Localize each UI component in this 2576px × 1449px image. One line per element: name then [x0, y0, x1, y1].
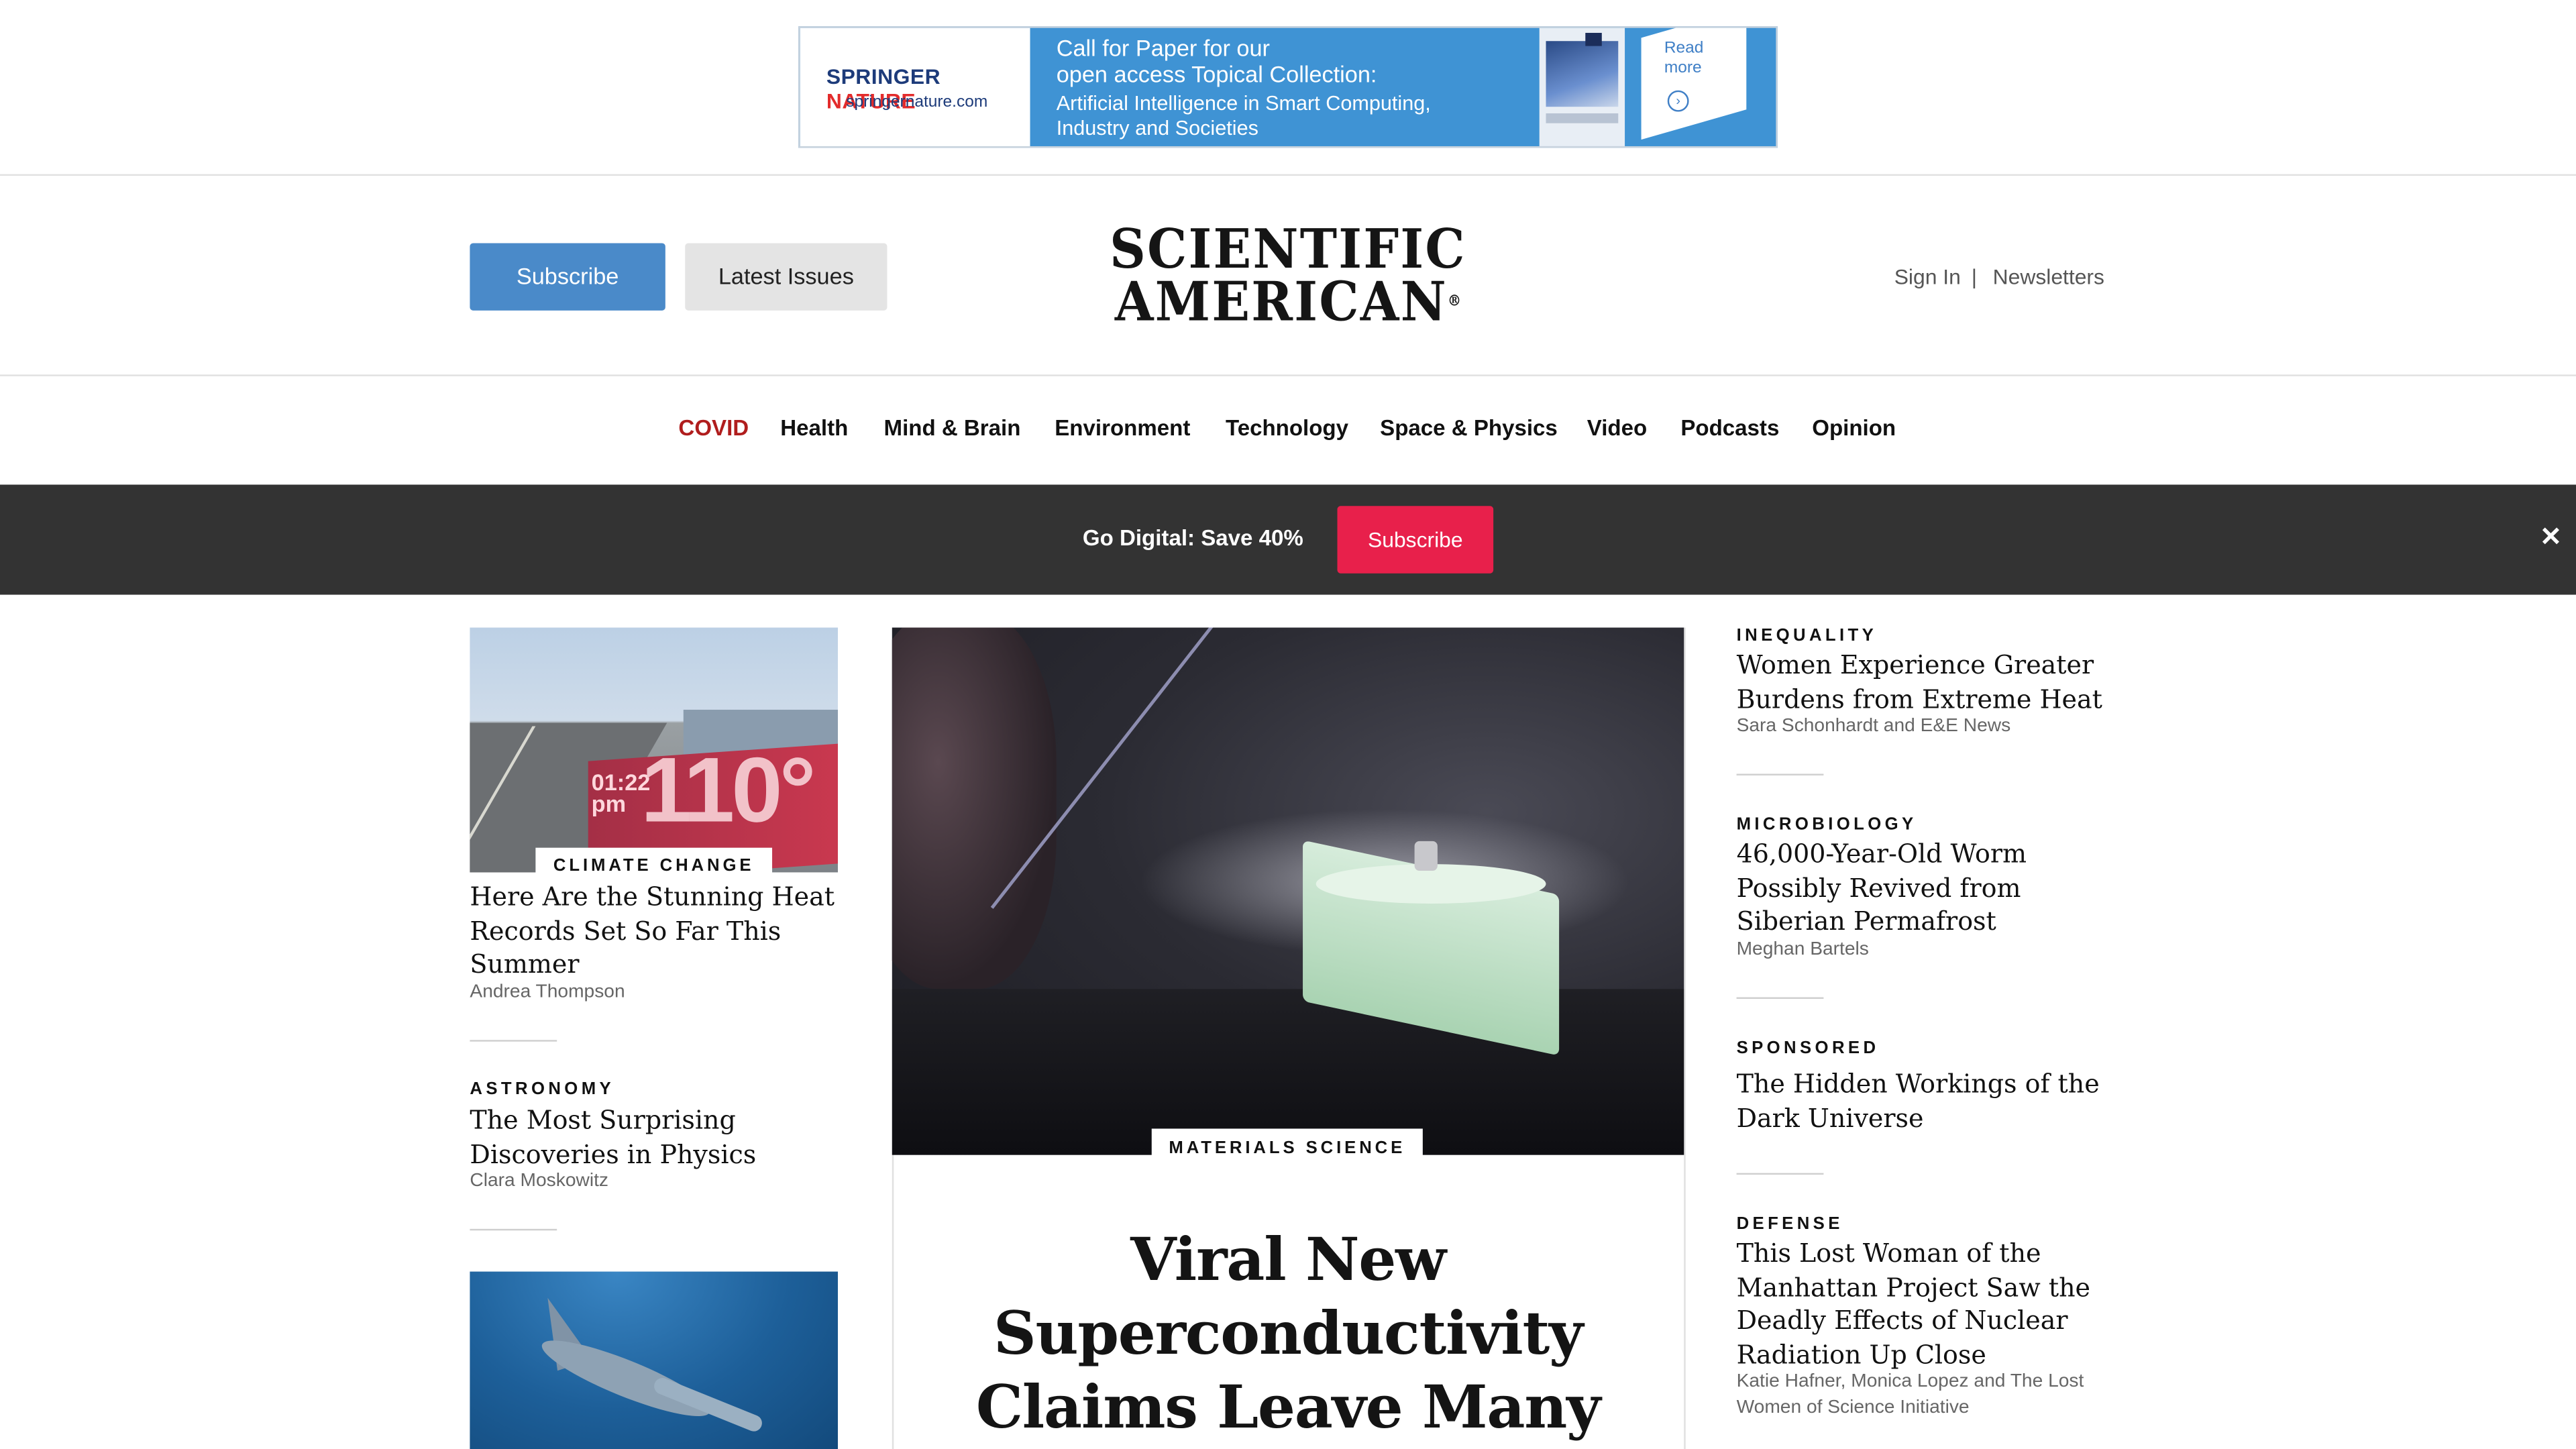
article-title[interactable]: Here Are the Stunning Heat Records Set S… — [470, 881, 838, 982]
site-header: Subscribe Latest Issues SCIENTIFIC AMERI… — [0, 176, 2576, 376]
subscribe-button[interactable]: Subscribe — [470, 243, 665, 311]
ad-band: SPRINGER NATURE springernature.com Call … — [0, 0, 2576, 176]
article-tag-microbiology[interactable]: MICROBIOLOGY — [1737, 815, 1917, 835]
divider — [1736, 773, 1824, 775]
article-byline[interactable]: Katie Hafner, Monica Lopez and The Lost … — [1737, 1368, 2108, 1421]
article-title[interactable]: Women Experience Greater Burdens from Ex… — [1737, 649, 2108, 716]
nav-item-environment[interactable]: Environment — [1055, 416, 1190, 441]
journal-cover-image — [1539, 28, 1625, 146]
divider — [470, 1228, 557, 1231]
digital-promo-bar: Go Digital: Save 40% Subscribe ✕ — [0, 484, 2576, 595]
nav-item-opinion[interactable]: Opinion — [1812, 416, 1896, 441]
article-byline[interactable]: Sara Schonhardt and E&E News — [1737, 713, 2011, 739]
header-separator: | — [1971, 264, 1978, 290]
ad-line-1: Call for Paper for our — [1056, 34, 1270, 61]
springer-ad-banner[interactable]: SPRINGER NATURE springernature.com Call … — [798, 26, 1778, 148]
article-tag-defense[interactable]: DEFENSE — [1737, 1214, 1843, 1234]
billboard-time: 01:22 pm — [591, 769, 651, 817]
article-tag-climate-change[interactable]: CLIMATE CHANGE — [535, 847, 773, 881]
article-title[interactable]: The Hidden Workings of the Dark Universe — [1737, 1068, 2108, 1135]
logo-line-2: AMERICAN® — [1114, 269, 1462, 334]
article-title[interactable]: The Most Surprising Discoveries in Physi… — [470, 1104, 838, 1171]
superconductor-levitation-image[interactable] — [892, 627, 1684, 1155]
latest-issues-button[interactable]: Latest Issues — [685, 243, 888, 311]
ad-site-url: springernature.com — [846, 93, 988, 112]
nav-item-technology[interactable]: Technology — [1226, 416, 1348, 441]
promo-text: Go Digital: Save 40% — [1082, 525, 1303, 551]
hammerhead-shark-image[interactable] — [470, 1271, 838, 1449]
scientific-american-logo[interactable]: SCIENTIFIC AMERICAN® — [1068, 219, 1508, 334]
article-tag-sponsored[interactable]: SPONSORED — [1737, 1038, 1880, 1058]
ad-line-3: Artificial Intelligence in Smart Computi… — [1056, 92, 1431, 115]
article-byline[interactable]: Clara Moskowitz — [470, 1168, 608, 1194]
article-tag-inequality[interactable]: INEQUALITY — [1737, 626, 1878, 645]
ad-line-4: Industry and Societies — [1056, 116, 1258, 140]
billboard-temperature: 110° — [641, 737, 816, 841]
ad-read-more-link[interactable]: Read more — [1664, 40, 1704, 79]
article-tag-materials-science[interactable]: MATERIALS SCIENCE — [1151, 1128, 1423, 1165]
nav-item-covid[interactable]: COVID — [678, 416, 749, 441]
article-tag-astronomy[interactable]: ASTRONOMY — [470, 1079, 614, 1099]
main-nav: COVID Health Mind & Brain Environment Te… — [0, 376, 2576, 485]
divider — [1736, 997, 1824, 999]
article-byline[interactable]: Meghan Bartels — [1737, 936, 1869, 963]
article-title[interactable]: 46,000-Year-Old Worm Possibly Revived fr… — [1737, 838, 2108, 939]
newsletters-link[interactable]: Newsletters — [1993, 264, 2104, 289]
divider — [470, 1040, 557, 1042]
nav-item-video[interactable]: Video — [1587, 416, 1647, 441]
close-icon[interactable]: ✕ — [2540, 521, 2562, 553]
feature-headline[interactable]: Viral New Superconductivity Claims Leave… — [920, 1224, 1656, 1446]
arrow-right-circle-icon: › — [1667, 90, 1689, 112]
ad-line-2: open access Topical Collection: — [1056, 60, 1377, 87]
promo-subscribe-button[interactable]: Subscribe — [1337, 506, 1494, 574]
ad-logo-panel: SPRINGER NATURE springernature.com — [800, 28, 1030, 146]
nav-item-health[interactable]: Health — [780, 416, 848, 441]
divider — [1736, 1173, 1824, 1175]
nav-item-podcasts[interactable]: Podcasts — [1680, 416, 1779, 441]
article-byline[interactable]: Andrea Thompson — [470, 979, 625, 1006]
nav-item-space-physics[interactable]: Space & Physics — [1380, 416, 1558, 441]
article-title[interactable]: This Lost Woman of the Manhattan Project… — [1737, 1237, 2108, 1372]
heat-billboard-image[interactable]: 01:22 pm 110° — [470, 627, 838, 873]
sign-in-link[interactable]: Sign In — [1894, 264, 1961, 289]
nav-item-mind-brain[interactable]: Mind & Brain — [884, 416, 1021, 441]
